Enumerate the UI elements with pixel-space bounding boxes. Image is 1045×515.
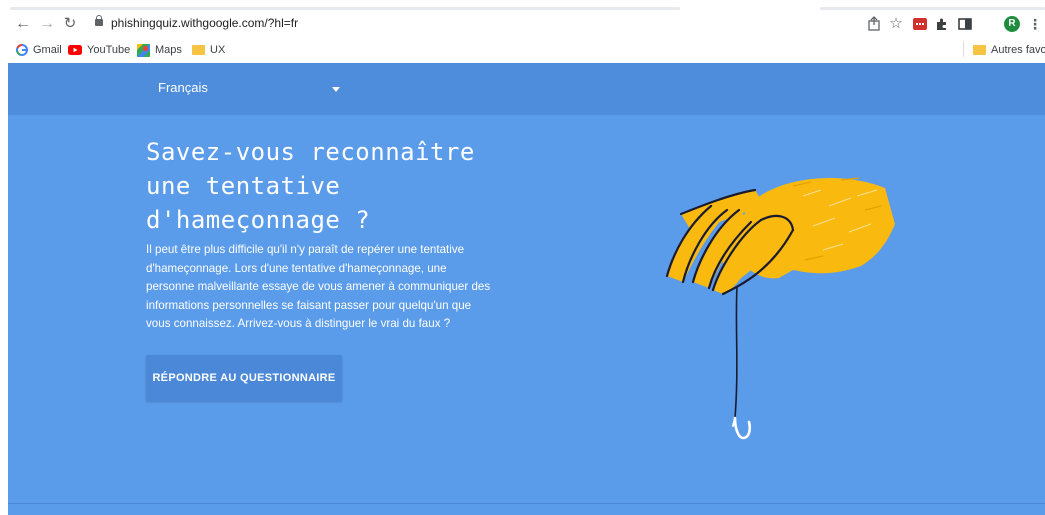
other-bookmarks[interactable]: Autres favoris — [973, 42, 1045, 58]
profile-avatar[interactable]: R — [1004, 16, 1020, 32]
url-text[interactable]: phishingquiz.withgoogle.com/?hl=fr — [111, 16, 298, 30]
caret-down-icon[interactable] — [332, 87, 340, 92]
forward-arrow-icon[interactable]: → — [38, 10, 56, 38]
hero-title: Savez-vous reconnaître une tentative d'h… — [146, 138, 475, 234]
maps-icon — [137, 43, 150, 57]
bookmark-maps[interactable]: Maps — [137, 42, 182, 58]
share-icon[interactable] — [866, 16, 882, 32]
hand-fishing-hook-illustration — [665, 177, 895, 440]
bookmarks-separator — [963, 41, 964, 57]
google-g-icon — [16, 44, 28, 57]
youtube-icon — [68, 45, 82, 56]
menu-kebab-icon[interactable]: ⋮ — [1027, 16, 1043, 32]
back-arrow-icon[interactable]: ← — [14, 10, 32, 38]
address-bar[interactable]: phishingquiz.withgoogle.com/?hl=fr — [88, 14, 853, 35]
lock-icon[interactable] — [95, 15, 103, 26]
language-select[interactable]: Français — [158, 80, 208, 95]
section-divider — [8, 503, 1045, 504]
folder-icon — [973, 45, 986, 56]
bookmark-gmail[interactable]: Gmail — [16, 42, 62, 58]
bookmarks-bar: Gmail YouTube Maps UX Autres favoris — [0, 38, 1045, 61]
other-bookmarks-label: Autres favoris — [991, 44, 1045, 56]
hero-description: Il peut être plus difficile qu'il n'y pa… — [146, 243, 491, 331]
browser-toolbar: ← → ↻ phishingquiz.withgoogle.com/?hl=fr… — [0, 10, 1045, 38]
folder-icon — [192, 45, 205, 56]
star-icon[interactable]: ☆ — [888, 16, 904, 32]
side-panel-icon[interactable] — [957, 16, 973, 32]
page-header: Français — [8, 63, 1045, 115]
bookmark-youtube[interactable]: YouTube — [68, 42, 130, 58]
puzzle-icon[interactable] — [934, 16, 950, 32]
bookmark-label: YouTube — [87, 44, 131, 56]
extension-red-icon[interactable] — [912, 16, 928, 32]
reload-icon[interactable]: ↻ — [61, 10, 79, 38]
bookmark-label: Gmail — [33, 44, 62, 56]
bookmark-label: Maps — [155, 44, 182, 56]
bookmark-label: UX — [210, 44, 226, 56]
page-content: Français Savez-vous reconnaître une tent… — [8, 63, 1045, 515]
start-quiz-button[interactable]: RÉPONDRE AU QUESTIONNAIRE — [146, 355, 342, 401]
bookmark-ux-folder[interactable]: UX — [192, 42, 225, 58]
